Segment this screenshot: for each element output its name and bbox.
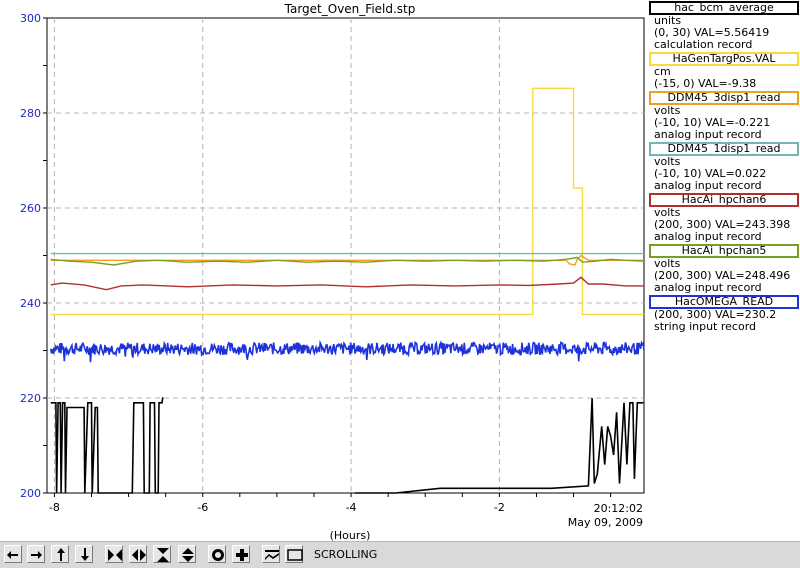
y-tick-label-2: 240 xyxy=(20,297,41,310)
chart-title: Target_Oven_Field.stp xyxy=(284,2,416,16)
zoom-in-y-icon xyxy=(157,548,169,562)
legend-record: string input record xyxy=(654,320,757,333)
x-tick-label-3: -2 xyxy=(494,501,505,514)
end-time-label: 20:12:02 xyxy=(594,502,643,515)
y-tick-label-4: 280 xyxy=(20,107,41,120)
reset-icon xyxy=(212,549,225,561)
zoom-out-y-button[interactable] xyxy=(178,545,196,563)
arrow-down-icon xyxy=(81,548,89,561)
add-button[interactable] xyxy=(232,545,250,563)
legend-entry: DDM45_1disp1_read volts (-10, 10) VAL=0.02… xyxy=(648,142,800,192)
arrow-right-icon xyxy=(31,551,42,559)
scrolling-status-label: SCROLLING xyxy=(314,548,378,561)
legend-entry: HaGenTargPos.VAL cm (-15, 0) VAL=-9.38 xyxy=(648,52,800,90)
legend-series-name[interactable]: HaGenTargPos.VAL xyxy=(649,52,799,66)
x-tick-label-1: -6 xyxy=(197,501,208,514)
arrow-up-icon xyxy=(57,548,65,561)
legend-record: analog input record xyxy=(654,179,762,192)
legend-record: analog input record xyxy=(654,128,762,141)
autoscale-icon xyxy=(265,550,279,560)
zoom-in-x-icon xyxy=(108,549,122,561)
scroll-down-button[interactable] xyxy=(75,545,93,563)
zoom-out-x-button[interactable] xyxy=(129,545,147,563)
y-tick-label-5: 300 xyxy=(20,12,41,25)
legend: hac_bcm_average units (0, 30) VAL=5.56419 c… xyxy=(648,0,800,333)
y-tick-label-3: 260 xyxy=(20,202,41,215)
toolbar: SCROLLING xyxy=(0,541,800,568)
legend-entry: HacAi_hpchan6 volts (200, 300) VAL=243.398… xyxy=(648,193,800,243)
autoscale-button[interactable] xyxy=(262,545,280,563)
style-button[interactable] xyxy=(285,545,303,563)
scroll-right-button[interactable] xyxy=(27,545,45,563)
zoom-out-x-icon xyxy=(132,549,146,561)
legend-entry: HacAi_hpchan5 volts (200, 300) VAL=248.496… xyxy=(648,244,800,294)
x-tick-label-0: -8 xyxy=(49,501,60,514)
legend-entry: HacOMEGA_READ (200, 300) VAL=230.2 string … xyxy=(648,295,800,333)
style-icon xyxy=(287,549,303,561)
scroll-up-button[interactable] xyxy=(51,545,69,563)
zoom-in-y-button[interactable] xyxy=(153,545,171,563)
reset-button[interactable] xyxy=(208,545,226,563)
y-tick-label-1: 220 xyxy=(20,392,41,405)
plus-icon xyxy=(236,549,248,561)
zoom-out-y-icon xyxy=(182,548,194,562)
legend-series-name[interactable]: HacAi_hpchan5 xyxy=(649,244,799,258)
legend-range-val: (-15, 0) VAL=-9.38 xyxy=(654,77,757,90)
y-tick-label-0: 200 xyxy=(20,487,41,500)
legend-series-name[interactable]: HacOMEGA_READ xyxy=(649,295,799,309)
end-date-label: May 09, 2009 xyxy=(568,516,643,529)
legend-entry: hac_bcm_average units (0, 30) VAL=5.56419 c… xyxy=(648,1,800,51)
legend-series-name[interactable]: hac_bcm_average xyxy=(649,1,799,15)
legend-entry: DDM45_3disp1_read volts (-10, 10) VAL=-0.2… xyxy=(648,91,800,141)
legend-record: analog input record xyxy=(654,230,762,243)
legend-record: calculation record xyxy=(654,38,753,51)
zoom-in-x-button[interactable] xyxy=(105,545,123,563)
scroll-left-button[interactable] xyxy=(4,545,22,563)
legend-series-name[interactable]: HacAi_hpchan6 xyxy=(649,193,799,207)
legend-series-name[interactable]: DDM45_3disp1_read xyxy=(649,91,799,105)
x-tick-label-2: -4 xyxy=(346,501,357,514)
legend-record: analog input record xyxy=(654,281,762,294)
x-axis-label: (Hours) xyxy=(330,529,371,541)
legend-series-name[interactable]: DDM45_1disp1_read xyxy=(649,142,799,156)
arrow-left-icon xyxy=(7,551,18,559)
